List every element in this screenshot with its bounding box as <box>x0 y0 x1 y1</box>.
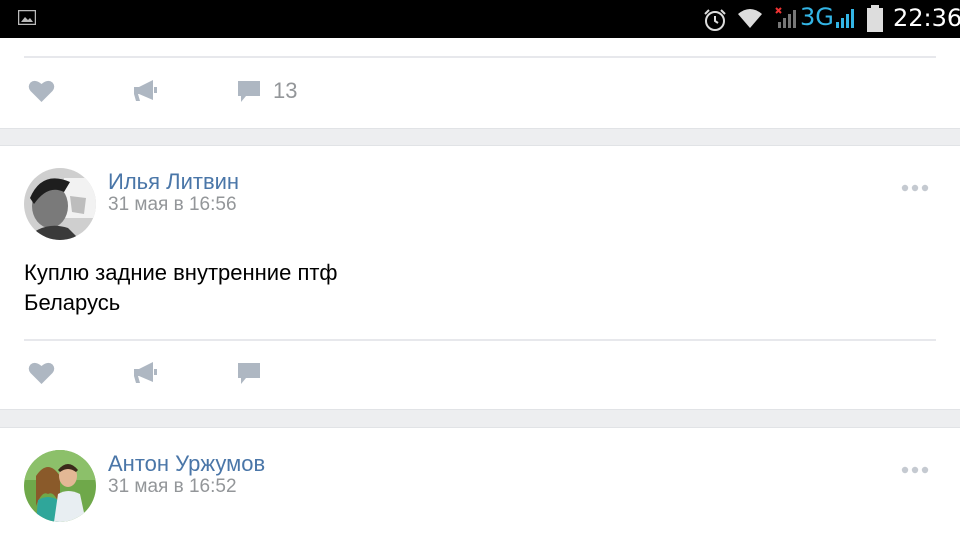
wifi-icon <box>738 9 762 28</box>
heart-icon <box>28 362 55 384</box>
feed-separator <box>0 128 960 146</box>
image-notification-icon <box>18 10 36 25</box>
alarm-icon <box>704 9 726 31</box>
post-text-line: Беларусь <box>24 290 121 315</box>
post-date: 31 мая в 16:56 <box>108 194 237 215</box>
like-button[interactable] <box>28 343 55 403</box>
megaphone-icon <box>134 362 157 383</box>
post-text: Куплю задние внутренние птф Беларусь <box>24 258 338 318</box>
post-card: 13 <box>0 38 960 128</box>
comment-icon <box>238 363 260 384</box>
post-card: Илья Литвин 31 мая в 16:56 Куплю задние … <box>0 146 960 409</box>
share-button[interactable] <box>133 343 158 403</box>
post-actions <box>0 343 960 403</box>
post-text-line: Куплю задние внутренние птф <box>24 260 338 285</box>
post-author-link[interactable]: Антон Уржумов <box>108 451 265 477</box>
divider <box>24 56 936 58</box>
heart-icon <box>28 80 55 102</box>
avatar[interactable] <box>24 450 96 522</box>
feed-separator <box>0 409 960 428</box>
status-bar: 3G 22:36 <box>0 0 960 38</box>
post-date: 31 мая в 16:52 <box>108 476 237 497</box>
post-card: Антон Уржумов 31 мая в 16:52 <box>0 428 960 540</box>
more-icon[interactable] <box>900 183 930 193</box>
post-author-link[interactable]: Илья Литвин <box>108 169 239 195</box>
cell-signal-icon <box>775 7 796 28</box>
comment-count: 13 <box>273 78 298 103</box>
network-type-label: 3G <box>800 3 834 31</box>
megaphone-icon <box>134 80 157 101</box>
battery-icon <box>867 5 883 32</box>
cell-signal-icon <box>836 9 854 28</box>
like-button[interactable] <box>28 61 55 121</box>
comment-button[interactable] <box>237 343 261 403</box>
comment-button[interactable]: 13 <box>237 61 297 121</box>
post-actions: 13 <box>0 61 960 121</box>
share-button[interactable] <box>133 61 158 121</box>
avatar[interactable] <box>24 168 96 240</box>
clock: 22:36 <box>893 4 960 32</box>
divider <box>24 339 936 341</box>
comment-icon <box>238 81 260 102</box>
more-icon[interactable] <box>900 465 930 475</box>
